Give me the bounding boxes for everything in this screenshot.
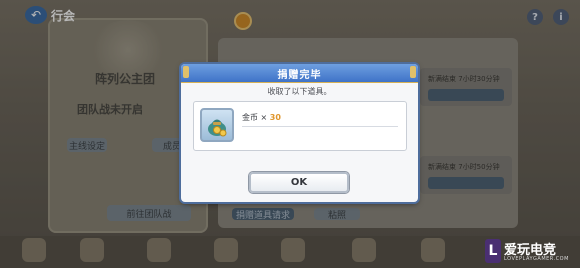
dialog-header: 捐赠完毕 — [181, 64, 418, 83]
ok-button[interactable]: OK — [249, 172, 349, 193]
logo-icon: L — [485, 239, 501, 263]
header-corner-ornament — [410, 66, 416, 78]
donation-complete-dialog: 捐赠完毕 收取了以下道具。 金币 × 30 OK — [181, 64, 418, 202]
received-item-row: 金币 × 30 — [193, 101, 407, 151]
item-name: 金币 — [242, 113, 258, 122]
dialog-title: 捐赠完毕 — [277, 69, 322, 81]
header-corner-ornament — [183, 66, 189, 78]
item-label: 金币 × 30 — [242, 112, 281, 123]
item-count: 30 — [269, 113, 281, 122]
logo-url: LOVEPLAYGAMER.COM — [504, 256, 569, 262]
item-divider — [242, 126, 398, 127]
dialog-message: 收取了以下道具。 — [267, 87, 332, 96]
watermark-logo: L 爱玩电竞 LOVEPLAYGAMER.COM — [485, 238, 577, 266]
coin-bag-icon — [200, 108, 234, 142]
item-multiplier: × — [260, 113, 268, 122]
